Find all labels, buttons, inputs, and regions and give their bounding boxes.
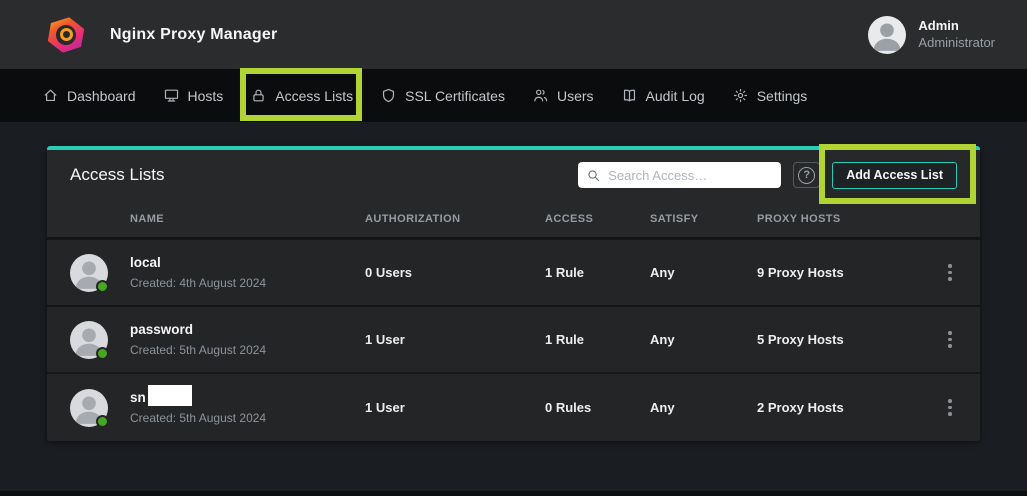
online-status-dot — [96, 347, 109, 360]
table-header-row: Name Authorization Access Satisfy Proxy … — [47, 200, 980, 240]
user-avatar — [868, 16, 906, 54]
bottom-strip — [0, 491, 1027, 496]
nav-item-users[interactable]: Users — [532, 69, 594, 122]
created-date: Created: 5th August 2024 — [130, 410, 365, 427]
app-title: Nginx Proxy Manager — [110, 26, 277, 44]
nav-item-ssl-certificates[interactable]: SSL Certificates — [380, 69, 505, 122]
add-access-list-button[interactable]: Add Access List — [832, 162, 957, 189]
satisfy-value: Any — [650, 332, 757, 347]
online-status-dot — [96, 280, 109, 293]
proxy-hosts-value: 5 Proxy Hosts — [757, 332, 920, 347]
table-row[interactable]: password Created: 5th August 2024 1 User… — [47, 307, 980, 374]
panel-header: Access Lists ? Add Access List — [47, 150, 980, 200]
access-list-name: local — [130, 253, 161, 273]
search-icon — [586, 168, 601, 183]
help-icon: ? — [798, 167, 815, 184]
online-status-dot — [96, 415, 109, 428]
nav-item-hosts[interactable]: Hosts — [163, 69, 224, 122]
user-role: Administrator — [918, 35, 995, 51]
column-header-authorization: Authorization — [365, 213, 545, 225]
proxy-hosts-value: 2 Proxy Hosts — [757, 400, 920, 415]
nav-item-audit-log[interactable]: Audit Log — [621, 69, 705, 122]
book-icon — [621, 87, 638, 104]
users-icon — [532, 87, 549, 104]
column-header-proxy-hosts: Proxy Hosts — [757, 213, 920, 225]
column-header-name: Name — [130, 213, 365, 225]
app-header: Nginx Proxy Manager Admin Administrator — [0, 0, 1027, 69]
redaction-box — [148, 385, 192, 406]
nav-item-dashboard[interactable]: Dashboard — [42, 69, 136, 122]
access-value: 0 Rules — [545, 400, 650, 415]
access-list-name: sn — [130, 388, 146, 408]
created-date: Created: 4th August 2024 — [130, 275, 365, 292]
satisfy-value: Any — [650, 400, 757, 415]
content-area: Access Lists ? Add Access List Name Auth… — [0, 122, 1027, 496]
authorization-value: 1 User — [365, 332, 545, 347]
monitor-icon — [163, 87, 180, 104]
gear-icon — [732, 87, 749, 104]
app-logo-icon — [48, 16, 84, 54]
row-avatar — [70, 389, 108, 427]
search-box — [578, 162, 781, 188]
row-avatar — [70, 254, 108, 292]
authorization-value: 1 User — [365, 400, 545, 415]
satisfy-value: Any — [650, 265, 757, 280]
row-menu-button[interactable] — [940, 325, 960, 354]
panel-title: Access Lists — [70, 165, 164, 185]
user-name: Admin — [918, 18, 995, 34]
access-value: 1 Rule — [545, 265, 650, 280]
column-header-access: Access — [545, 213, 650, 225]
access-lists-table: Name Authorization Access Satisfy Proxy … — [47, 200, 980, 441]
row-avatar — [70, 321, 108, 359]
help-button[interactable]: ? — [793, 162, 820, 188]
access-value: 1 Rule — [545, 332, 650, 347]
user-menu[interactable]: Admin Administrator — [868, 16, 995, 54]
access-list-name: password — [130, 320, 193, 340]
nav-item-access-lists[interactable]: Access Lists — [250, 69, 353, 122]
search-input[interactable] — [608, 168, 773, 183]
shield-icon — [380, 87, 397, 104]
lock-icon — [250, 87, 267, 104]
home-icon — [42, 87, 59, 104]
table-row[interactable]: local Created: 4th August 2024 0 Users 1… — [47, 240, 980, 307]
main-nav: Dashboard Hosts Access Lists SSL Certifi… — [0, 69, 1027, 122]
column-header-satisfy: Satisfy — [650, 213, 757, 225]
access-lists-panel: Access Lists ? Add Access List Name Auth… — [47, 146, 980, 441]
row-menu-button[interactable] — [940, 393, 960, 422]
created-date: Created: 5th August 2024 — [130, 342, 365, 359]
authorization-value: 0 Users — [365, 265, 545, 280]
table-row[interactable]: sn Created: 5th August 2024 1 User 0 Rul… — [47, 374, 980, 441]
nav-item-settings[interactable]: Settings — [732, 69, 808, 122]
row-menu-button[interactable] — [940, 258, 960, 287]
proxy-hosts-value: 9 Proxy Hosts — [757, 265, 920, 280]
